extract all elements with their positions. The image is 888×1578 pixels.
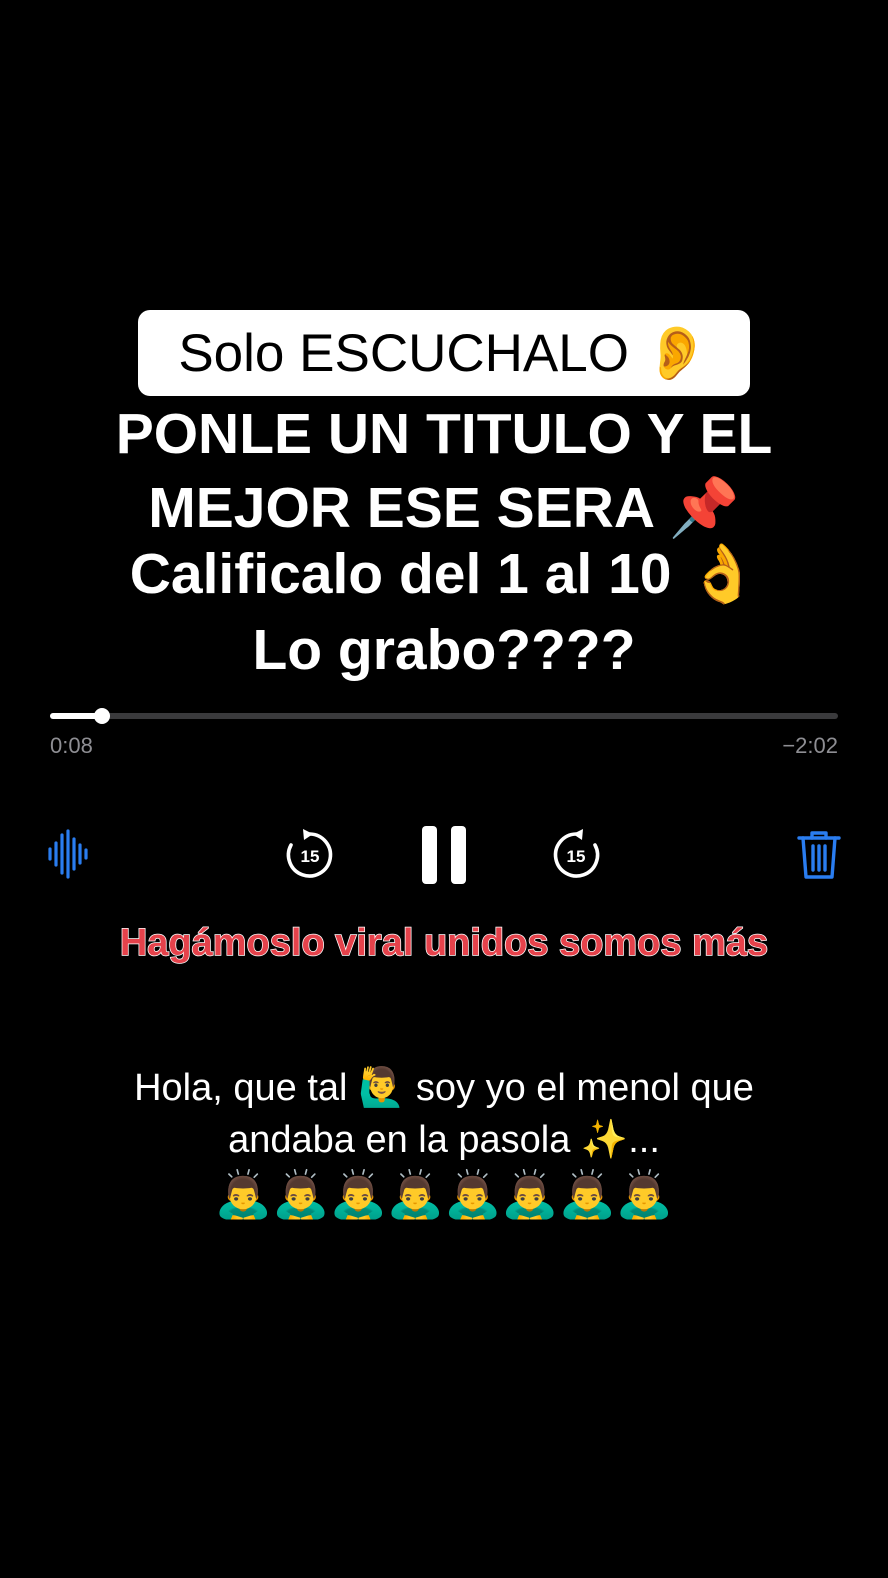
description-emoji-row: 🙇‍♂️🙇‍♂️🙇‍♂️🙇‍♂️🙇‍♂️🙇‍♂️🙇‍♂️🙇‍♂️: [214, 1168, 674, 1220]
description-line-2: andaba en la pasola ✨...: [228, 1119, 660, 1161]
pause-icon: [422, 826, 466, 884]
skip-forward-15-icon: 15: [553, 829, 600, 878]
skip-forward-15-button[interactable]: 15: [548, 826, 604, 882]
description-line-1: Hola, que tal 🙋‍♂️ soy yo el menol que: [134, 1067, 754, 1109]
elapsed-time: 0:08: [50, 733, 93, 758]
progress-knob[interactable]: [94, 708, 110, 724]
overlay-line-4: Lo grabo????: [252, 618, 636, 682]
overlay-line-2: MEJOR ESE SERA 📌: [148, 476, 740, 540]
progress-scrubber[interactable]: [50, 708, 838, 724]
trash-button[interactable]: [794, 826, 844, 882]
skip-forward-seconds: 15: [567, 847, 586, 866]
pause-button[interactable]: [414, 820, 474, 890]
viral-caption: Hagámoslo viral unidos somos más: [119, 921, 769, 965]
remaining-time: −2:02: [782, 733, 838, 758]
overlay-line-3: Calificalo del 1 al 10 👌: [129, 542, 759, 606]
title-badge: Solo ESCUCHALO 👂: [138, 310, 750, 396]
waveform-icon: [48, 829, 88, 879]
skip-back-15-button[interactable]: 15: [282, 826, 338, 882]
waveform-button[interactable]: [44, 826, 94, 882]
skip-back-seconds: 15: [301, 847, 320, 866]
trash-icon: [797, 831, 841, 879]
skip-back-15-icon: 15: [286, 829, 333, 878]
title-badge-text: Solo ESCUCHALO 👂: [178, 324, 710, 383]
overlay-line-1: PONLE UN TITULO Y EL: [115, 402, 773, 466]
